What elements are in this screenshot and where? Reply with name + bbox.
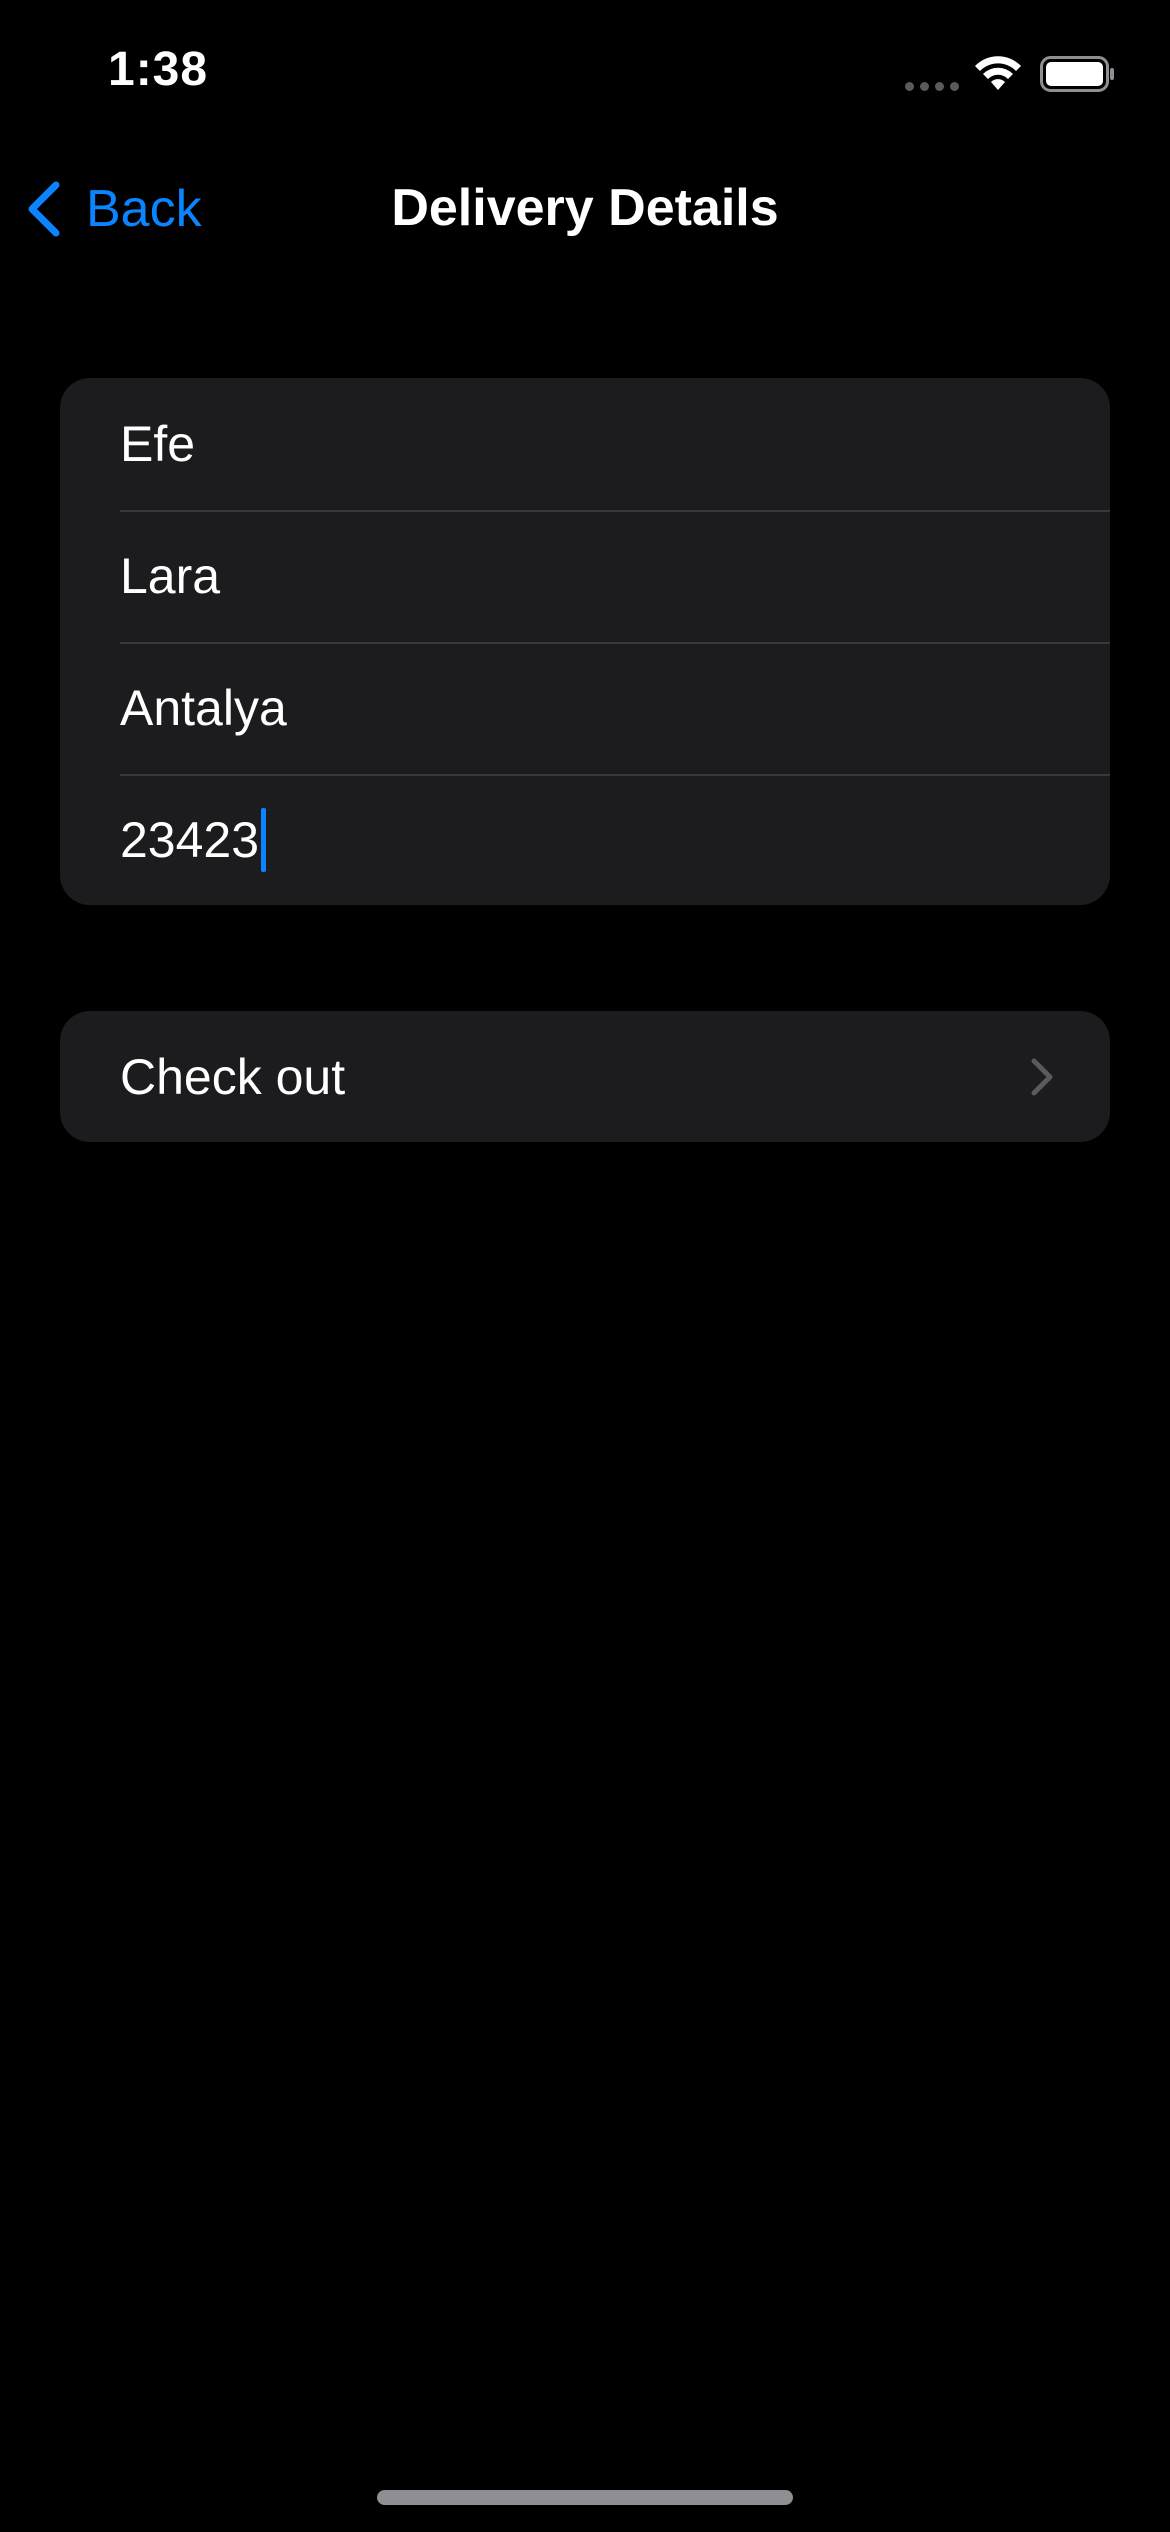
address-value: Lara (120, 548, 221, 604)
postal-code-value: 23423 (120, 812, 260, 868)
first-name-field[interactable]: Efe (120, 415, 195, 473)
form-row: 23423 (60, 774, 1110, 905)
cellular-signal-icon (905, 82, 959, 91)
delivery-form: Efe Lara Antalya 23423 (60, 378, 1110, 905)
checkout-button[interactable]: Check out (60, 1011, 1110, 1142)
status-bar: 1:38 (0, 0, 1170, 140)
address-field[interactable]: Lara (120, 547, 220, 605)
postal-code-field[interactable]: 23423 (120, 808, 267, 872)
chevron-right-icon (1031, 1058, 1053, 1096)
city-value: Antalya (120, 680, 287, 736)
city-field[interactable]: Antalya (120, 679, 287, 737)
navigation-bar: Back Delivery Details (0, 160, 1170, 256)
battery-icon (1040, 56, 1114, 92)
form-row: Antalya (60, 642, 1110, 774)
wifi-icon (975, 56, 1021, 90)
form-row: Lara (60, 510, 1110, 642)
home-indicator[interactable] (377, 2490, 793, 2505)
form-row: Efe (60, 378, 1110, 510)
first-name-value: Efe (120, 416, 196, 472)
checkout-label: Check out (120, 1048, 346, 1105)
page-title: Delivery Details (391, 179, 779, 237)
text-cursor (261, 808, 267, 872)
status-time: 1:38 (108, 43, 209, 96)
